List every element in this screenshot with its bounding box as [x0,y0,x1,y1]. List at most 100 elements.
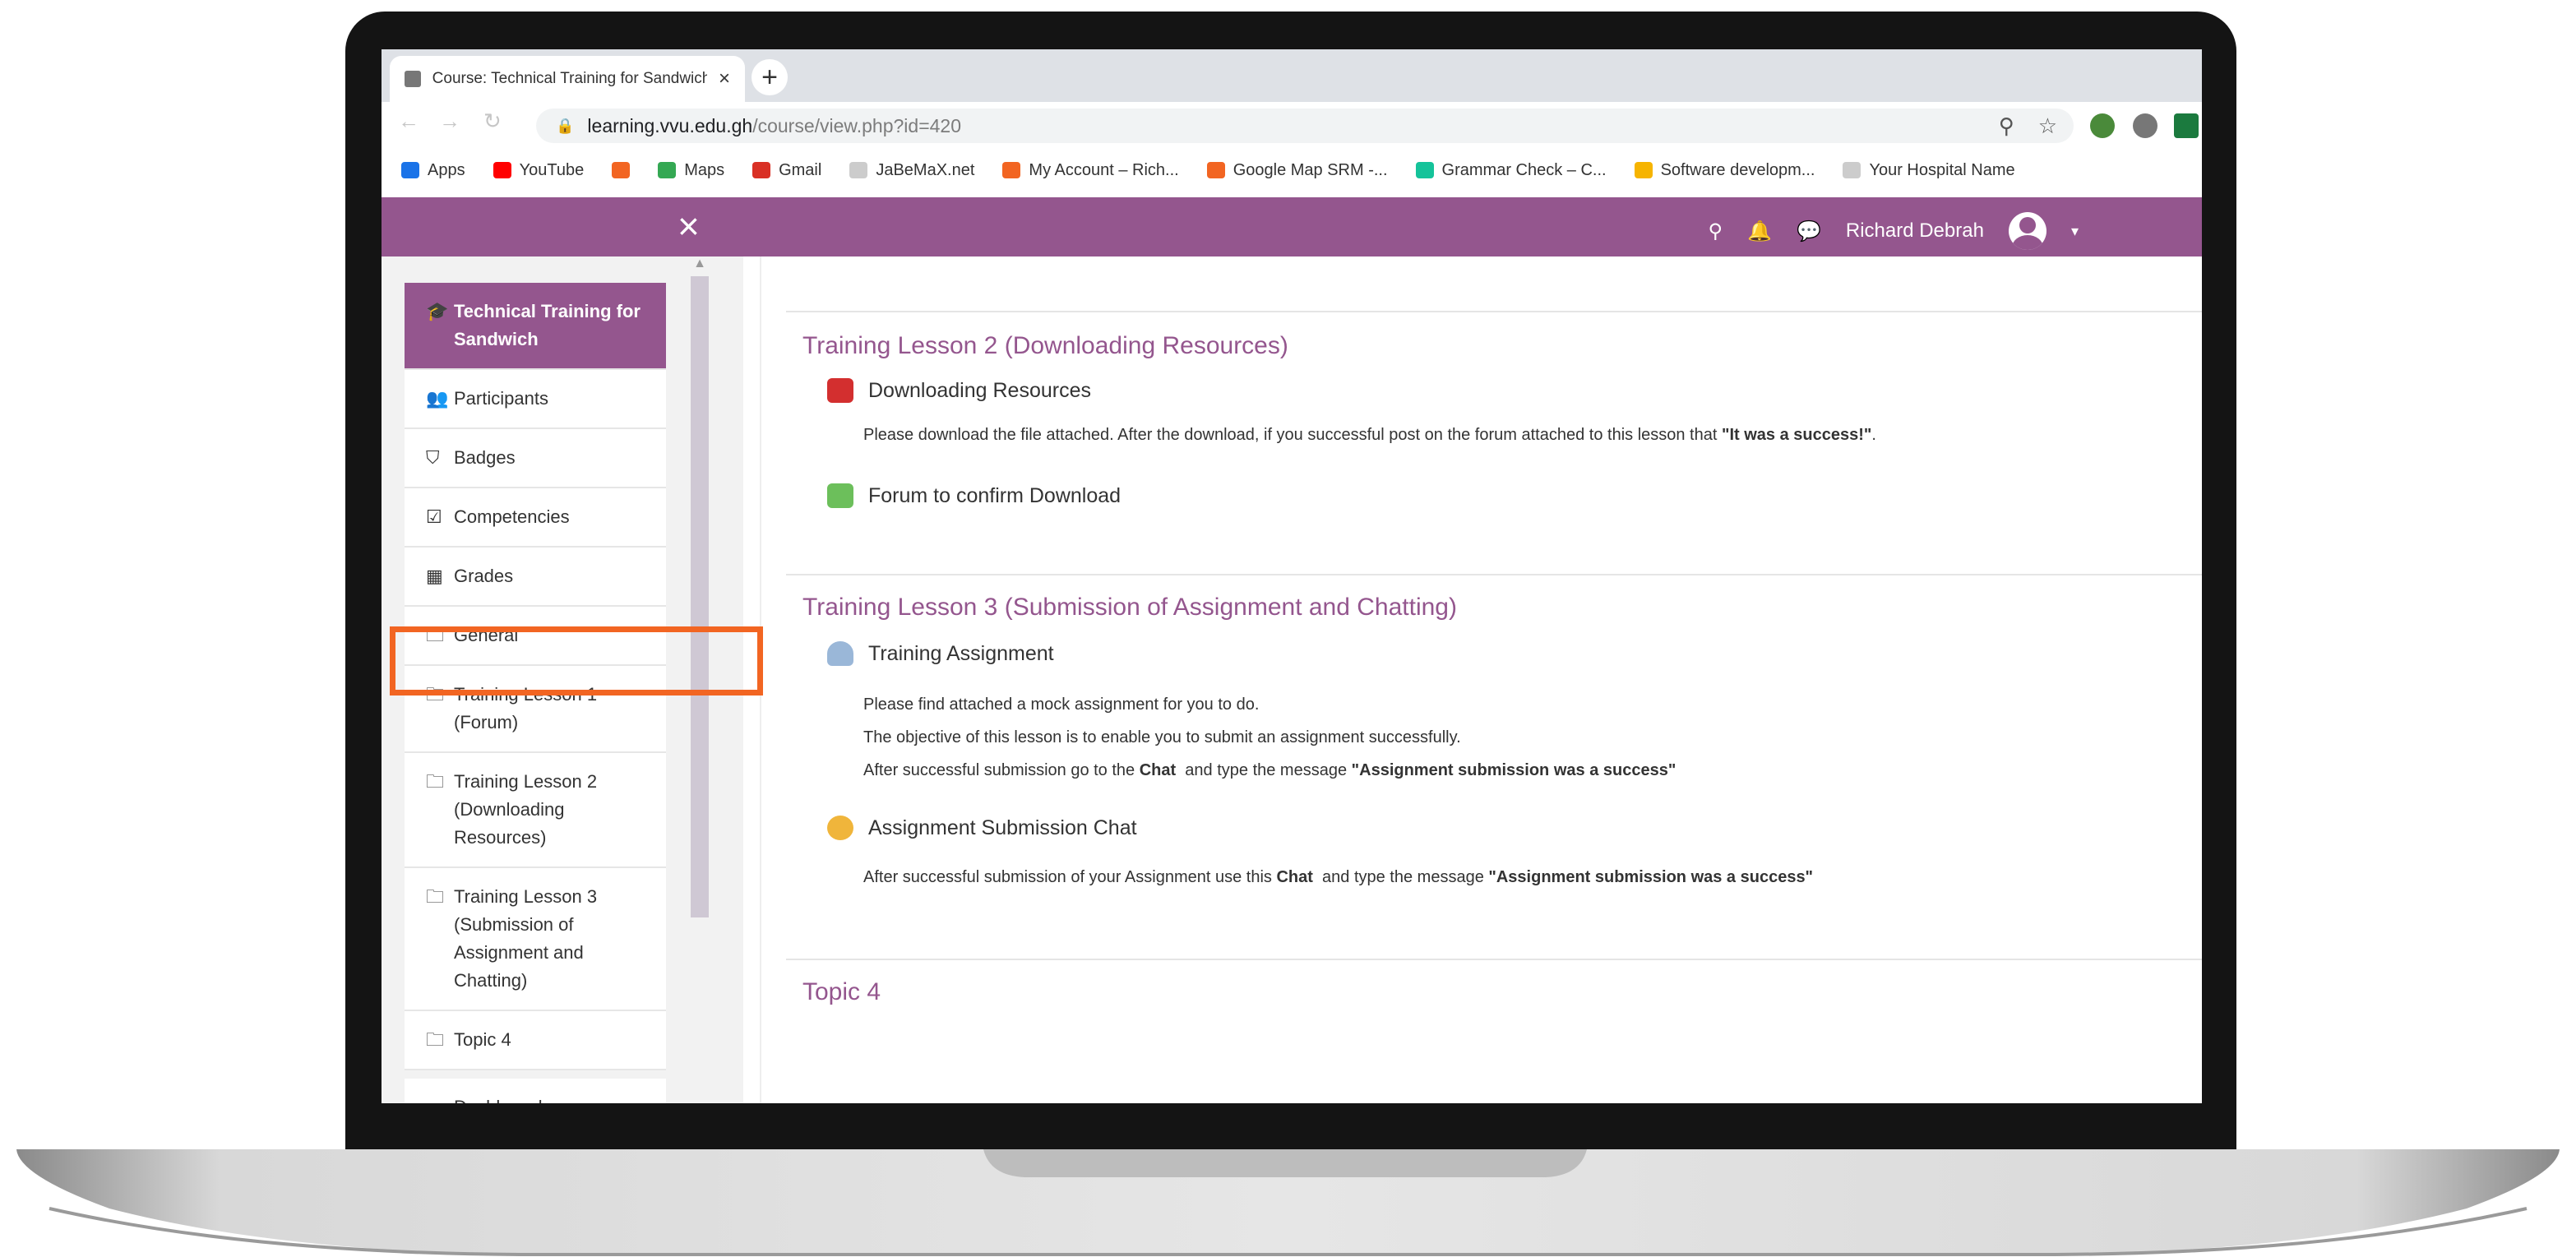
activity-name: Training Assignment [868,641,1054,665]
activity-chat[interactable]: Assignment Submission Chat [827,816,1137,840]
graduation-cap-icon: 🎓 [426,301,449,321]
drawer-item[interactable]: 🎓 Technical Training for Sandwich [405,283,666,370]
activity-training-assignment[interactable]: Training Assignment [827,641,1054,666]
drawer-item[interactable]: 🗀 Training Lesson 3 (Submission of Assign… [405,868,666,1011]
user-name[interactable]: Richard Debrah [1846,220,1984,243]
drawer-scrollbar[interactable] [691,276,709,917]
activity-name: Downloading Resources [868,378,1091,402]
bookmark-item[interactable]: Your Hospital Name [1843,160,2015,180]
highlight-box [390,626,763,696]
bookmark-icon [1002,162,1021,178]
bookmark-item[interactable]: Apps [401,161,465,180]
drawer-item[interactable]: ⛉ Badges [405,429,666,488]
resource-description: Please download the file attached. After… [863,426,1876,445]
bookmark-label: Your Hospital Name [1869,160,2015,179]
assignment-icon [827,641,853,666]
description-text: and type the message [1176,761,1352,779]
extension-icon[interactable] [2090,113,2115,138]
description-text: After successful submission of your Assi… [863,868,1277,886]
bookmark-item[interactable]: My Account – Rich... [1002,161,1179,180]
moodle-favicon-icon [405,71,421,87]
bookmark-item[interactable]: Google Map SRM -... [1206,161,1388,180]
users-icon: 👥 [426,388,449,409]
avatar[interactable] [2008,212,2046,250]
tab-strip: Course: Technical Training for Sandwich … [382,49,2202,102]
folder-icon: 🗀 [426,1029,445,1050]
section-divider [786,959,2202,960]
gmail-icon [752,162,771,178]
assignment-desc-3: After successful submission go to the Ch… [863,761,1676,780]
new-tab-button[interactable]: + [752,59,788,95]
back-icon[interactable]: ← [398,109,419,134]
youtube-icon [493,162,511,178]
address-bar[interactable]: 🔒 learning.vvu.edu.gh/course/view.php?id… [536,109,2074,143]
apps-grid-icon [401,162,419,178]
bookmark-item[interactable]: Maps [658,161,724,180]
section-title-lesson2[interactable]: Training Lesson 2 (Downloading Resources… [802,332,1288,360]
drawer-item-label: Participants [454,388,548,409]
bookmark-item[interactable]: Software developm... [1634,160,1815,180]
table-icon: ▦ [426,566,443,586]
assignment-desc-2: The objective of this lesson is to enabl… [863,728,1461,746]
bookmark-item[interactable] [612,162,631,178]
pdf-file-icon [827,378,853,403]
course-content: Training Lesson 2 (Downloading Resources… [760,256,2202,1103]
bookmark-item[interactable]: Gmail [752,161,821,180]
tab-close-icon[interactable]: × [719,67,730,90]
zoom-icon[interactable]: ⚲ [1999,113,2014,138]
description-text: . [1871,426,1876,444]
scroll-up-arrow-icon[interactable]: ▲ [691,256,709,271]
assignment-desc-1: Please find attached a mock assignment f… [863,696,1260,714]
excel-extension-icon[interactable] [2174,113,2199,138]
reload-icon[interactable]: ↻ [483,109,502,134]
bookmark-label: YouTube [519,160,585,179]
url-path: /course/view.php?id=420 [752,114,962,136]
drawer-item[interactable]: ☑ Competencies [405,488,666,548]
description-text: and type the message [1312,868,1489,886]
drawer-item-label: Training Lesson 3 (Submission of Assignm… [454,886,598,991]
bookmark-item[interactable]: Grammar Check – C... [1415,160,1607,180]
section-divider [786,311,2202,312]
drawer-item[interactable]: 🗀 Topic 4 [405,1011,666,1070]
description-emphasis: "It was a success!" [1721,426,1872,444]
bookmark-icon [1206,162,1225,178]
forum-icon [827,483,853,508]
bookmark-label: Software developm... [1660,160,1815,179]
drawer-item-label: Dashboard [454,1093,543,1103]
description-emphasis: "Assignment submission was a success" [1351,761,1676,779]
description-text: Please download the file attached. After… [863,426,1722,444]
bell-icon[interactable]: 🔔 [1747,220,1772,243]
bookmark-label: Gmail [779,160,822,179]
software-icon [1634,162,1653,178]
bookmark-item[interactable]: YouTube [493,160,585,180]
maps-icon [658,162,677,178]
drawer-item[interactable]: 👥 Participants [405,370,666,429]
bookmark-label: Apps [428,160,465,179]
drawer-item-label: Competencies [454,506,570,527]
caret-down-icon[interactable]: ▾ [2071,223,2079,240]
activity-downloading-resources[interactable]: Downloading Resources [827,378,1091,403]
section-title-topic4[interactable]: Topic 4 [802,978,881,1006]
drawer-item-dashboard[interactable]: ◕ Dashboard [405,1079,666,1103]
globe-icon [1843,162,1861,178]
drawer-item[interactable]: ▦ Grades [405,548,666,607]
close-drawer-icon[interactable]: × [678,204,700,248]
bookmarks-bar: Apps YouTube Maps Gmail JaBeMaX.net My Accoun… [382,150,2202,191]
drawer-item[interactable]: 🗀 Training Lesson 2 (Downloading Resource… [405,753,666,868]
user-menu: ⚲ 🔔 💬 Richard Debrah ▾ [1709,212,2079,250]
activity-name: Assignment Submission Chat [868,816,1137,839]
forward-icon[interactable]: → [439,109,460,134]
drawer-item-label: Training Lesson 2 (Downloading Resources… [454,771,598,848]
bookmark-item[interactable]: JaBeMaX.net [849,161,974,180]
section-title-lesson3[interactable]: Training Lesson 3 (Submission of Assignm… [802,594,1457,622]
checkbox-icon: ☑ [426,506,442,527]
browser-tab[interactable]: Course: Technical Training for Sandwich … [390,56,745,102]
chat-bubble-icon[interactable]: 💬 [1797,220,1821,243]
activity-forum[interactable]: Forum to confirm Download [827,483,1121,508]
profile-m-icon[interactable] [2133,113,2157,138]
star-icon[interactable]: ☆ [2038,113,2057,138]
activity-name: Forum to confirm Download [868,483,1122,507]
bookmark-label: Grammar Check – C... [1441,160,1607,179]
omnibox-actions: ⚲ ☆ [1999,113,2057,139]
search-icon[interactable]: ⚲ [1709,220,1723,243]
